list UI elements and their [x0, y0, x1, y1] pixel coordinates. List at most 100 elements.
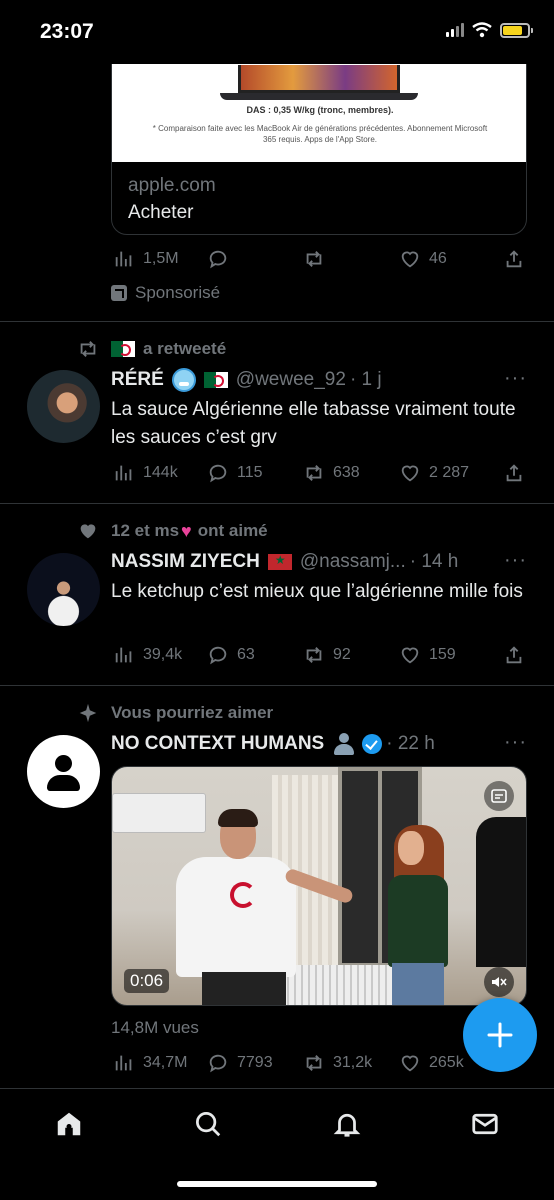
- reply-button[interactable]: 63: [207, 644, 255, 666]
- retweet-button[interactable]: 92: [303, 644, 351, 666]
- divider: [0, 685, 554, 686]
- verified-badge-icon: [362, 734, 383, 754]
- views-icon: [115, 647, 132, 663]
- reply-icon: [209, 464, 227, 483]
- captions-icon[interactable]: [484, 781, 514, 811]
- share-button[interactable]: [503, 462, 525, 484]
- search-icon: [196, 1112, 221, 1137]
- tweet-time: · 1 j: [349, 369, 382, 390]
- views-button[interactable]: 34,7M: [113, 1052, 187, 1074]
- share-icon: [506, 250, 522, 268]
- bust-silhouette-emoji-icon: [332, 732, 356, 756]
- share-button[interactable]: [503, 248, 525, 270]
- video-views: 14,8M vues: [111, 1018, 199, 1037]
- tweet-text: Le ketchup c’est mieux que l’algérienne …: [111, 581, 523, 602]
- ad-cta-link[interactable]: Acheter: [128, 202, 193, 224]
- like-button[interactable]: 2 287: [399, 462, 469, 484]
- algeria-flag-icon: [203, 372, 228, 388]
- tab-messages[interactable]: [468, 1107, 502, 1141]
- reply-button[interactable]: 7793: [207, 1052, 273, 1074]
- status-bar: 23:07: [0, 0, 554, 64]
- sponsored-label: Sponsorisé: [111, 283, 220, 303]
- author-handle: @nassamj...: [299, 551, 406, 572]
- tweet-header: RÉRÉ @wewee_92 · 1 j ···: [111, 367, 527, 393]
- ad-domain: apple.com: [128, 175, 216, 196]
- laptop-image: [238, 65, 400, 93]
- views-button[interactable]: 1,5M: [113, 248, 179, 270]
- like-button[interactable]: 159: [399, 644, 456, 666]
- more-options-icon[interactable]: ···: [504, 367, 527, 390]
- tweet-action-bar: 34,7M 7793 31,2k 265k: [111, 1052, 527, 1076]
- like-icon: [401, 1055, 419, 1072]
- avatar[interactable]: [27, 370, 100, 443]
- tweet-context: 12 et ms ♥ ont aimé: [77, 520, 268, 542]
- author-name[interactable]: NO CONTEXT HUMANS: [111, 733, 324, 755]
- views-button[interactable]: 144k: [113, 462, 178, 484]
- divider: [0, 321, 554, 322]
- tab-notifications[interactable]: [330, 1107, 364, 1141]
- reply-icon: [209, 646, 227, 665]
- sparkle-icon: [79, 703, 97, 723]
- home-indicator: [177, 1181, 377, 1187]
- reply-button[interactable]: [207, 248, 229, 270]
- retweet-button[interactable]: 638: [303, 462, 360, 484]
- mute-icon[interactable]: [484, 967, 514, 997]
- air-conditioner: [112, 793, 206, 833]
- morocco-flag-icon: [267, 553, 292, 570]
- like-icon: [401, 647, 419, 664]
- share-button[interactable]: [503, 644, 525, 666]
- wifi-icon: [472, 22, 492, 38]
- algeria-flag-icon: [111, 341, 135, 357]
- ad-action-bar: 1,5M 46: [111, 248, 527, 272]
- compose-button[interactable]: [463, 998, 537, 1072]
- messages-icon: [472, 1113, 498, 1135]
- views-icon: [115, 465, 132, 481]
- status-time: 23:07: [40, 20, 94, 43]
- tweet-context: Vous pourriez aimer: [77, 702, 273, 724]
- sponsored-icon: [111, 285, 127, 301]
- author-name[interactable]: NASSIM ZIYECH: [111, 551, 260, 573]
- share-icon: [506, 646, 522, 664]
- avatar[interactable]: [27, 553, 100, 626]
- ad-card[interactable]: DAS : 0,35 W/kg (tronc, membres). * Comp…: [111, 40, 527, 235]
- avatar[interactable]: [27, 735, 100, 808]
- views-icon: [115, 1055, 132, 1071]
- retweet-icon: [80, 341, 96, 357]
- like-button[interactable]: 265k: [399, 1052, 464, 1074]
- author-name[interactable]: RÉRÉ: [111, 369, 164, 391]
- tab-home[interactable]: [52, 1107, 86, 1141]
- retweet-button[interactable]: [303, 248, 325, 270]
- tab-search[interactable]: [191, 1107, 225, 1141]
- like-icon: [401, 251, 419, 268]
- battery-icon: [500, 22, 533, 38]
- reply-icon: [209, 250, 227, 269]
- reply-button[interactable]: 115: [207, 462, 263, 484]
- video-player[interactable]: 0:06: [111, 766, 527, 1006]
- tweet-action-bar: 144k 115 638 2 287: [111, 462, 527, 486]
- share-icon: [506, 464, 522, 482]
- author-handle: @wewee_92: [235, 369, 346, 390]
- ad-note-text: * Comparaison faite avec les MacBook Air…: [152, 124, 488, 144]
- more-options-icon[interactable]: ···: [504, 731, 527, 754]
- divider: [0, 503, 554, 504]
- views-icon: [115, 251, 132, 267]
- like-button[interactable]: 46: [399, 248, 447, 270]
- like-icon: [401, 465, 419, 482]
- more-options-icon[interactable]: ···: [504, 549, 527, 572]
- ad-das-text: DAS : 0,35 W/kg (tronc, membres).: [246, 105, 394, 115]
- tweet-time: · 22 h: [386, 733, 435, 754]
- retweet-icon: [306, 1055, 322, 1071]
- tweet-context: a retweeté: [77, 338, 226, 360]
- views-button[interactable]: 39,4k: [113, 644, 182, 666]
- home-icon: [57, 1112, 81, 1136]
- retweet-icon: [306, 251, 322, 267]
- tweet-header: NASSIM ZIYECH @nassamj... · 14 h ···: [111, 549, 527, 575]
- retweet-icon: [306, 465, 322, 481]
- retweet-icon: [306, 647, 322, 663]
- retweet-button[interactable]: 31,2k: [303, 1052, 372, 1074]
- like-icon: [80, 524, 96, 539]
- sparkling-heart-emoji-icon: ♥: [181, 520, 192, 541]
- tweet-time: · 14 h: [409, 551, 459, 572]
- tweet-header: NO CONTEXT HUMANS · 22 h ···: [111, 731, 527, 757]
- compose-icon: [487, 1022, 513, 1048]
